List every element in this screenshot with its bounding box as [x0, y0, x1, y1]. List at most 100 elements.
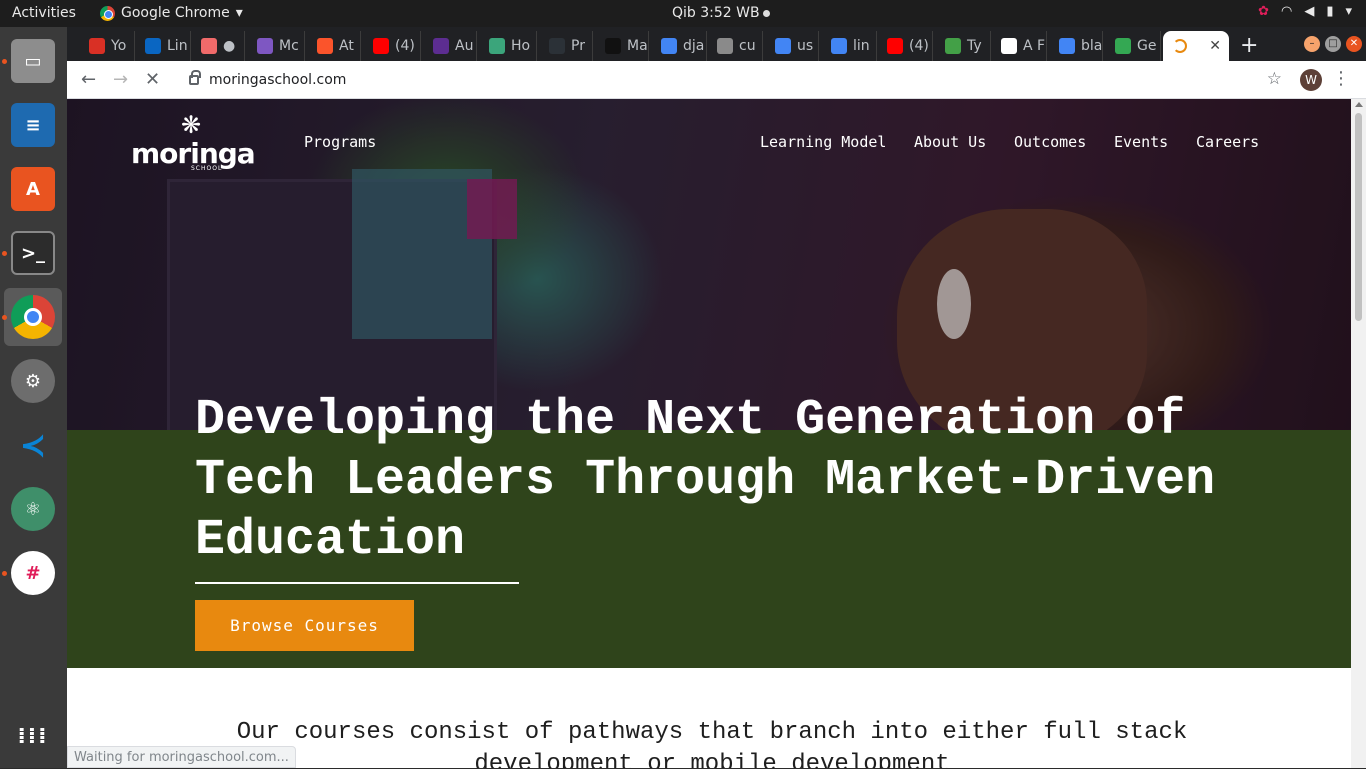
tab[interactable]: us	[765, 31, 819, 61]
minimize-button[interactable]: –	[1304, 36, 1320, 52]
dock-vscode[interactable]: ≺	[4, 416, 62, 474]
tab[interactable]: At	[307, 31, 361, 61]
tab[interactable]: Ty	[935, 31, 991, 61]
tab[interactable]: Ge	[1105, 31, 1161, 61]
running-indicator	[2, 315, 7, 320]
nav-learning-model[interactable]: Learning Model	[760, 133, 886, 151]
dock-chrome[interactable]	[4, 288, 62, 346]
headline-underline	[195, 582, 519, 584]
dock-slack[interactable]: #	[4, 544, 62, 602]
dock-settings[interactable]: ⚙	[4, 352, 62, 410]
bookmark-star-icon[interactable]: ☆	[1267, 69, 1282, 89]
dock-terminal[interactable]: >_	[4, 224, 62, 282]
tab-label: Yo	[111, 38, 127, 54]
scroll-up-icon[interactable]	[1355, 102, 1363, 107]
moringa-logo[interactable]: ❋ moringa SCHOOL	[131, 113, 263, 173]
google-icon	[661, 38, 677, 54]
chrome-icon	[100, 5, 115, 21]
terminal-icon: >_	[11, 231, 55, 275]
tab[interactable]: Ho	[479, 31, 537, 61]
tab[interactable]: Yo	[79, 31, 135, 61]
scrollbar-thumb[interactable]	[1355, 113, 1362, 321]
tab[interactable]: ●	[191, 31, 245, 61]
globe-icon	[717, 38, 733, 54]
dock-software-center[interactable]: A	[4, 160, 62, 218]
heroku-icon	[489, 38, 505, 54]
dock-writer[interactable]: ≡	[4, 96, 62, 154]
stop-loading-button[interactable]: ✕	[145, 69, 160, 90]
tab[interactable]: Mc	[247, 31, 305, 61]
show-applications-button[interactable]: ⁞⁞⁞	[4, 707, 62, 765]
lock-icon[interactable]	[189, 70, 201, 85]
tab[interactable]: cu	[707, 31, 763, 61]
url-text[interactable]: moringaschool.com	[209, 72, 346, 88]
vscode-icon: ≺	[19, 426, 47, 464]
tab[interactable]: dja	[651, 31, 707, 61]
slack-tray-icon[interactable]: ✿	[1258, 4, 1269, 19]
nav-programs[interactable]: Programs	[304, 133, 376, 151]
chrome-icon	[1115, 38, 1131, 54]
dock-atom[interactable]: ⚛	[4, 480, 62, 538]
new-tab-button[interactable]: +	[1240, 33, 1258, 58]
clock-label: Qib 3:52 WB	[672, 5, 760, 21]
battery-icon: ▮	[1326, 4, 1334, 19]
activities-button[interactable]: Activities	[12, 5, 76, 21]
chrome-icon	[11, 295, 55, 339]
forward-button[interactable]: →	[113, 69, 128, 90]
system-top-bar: Activities Google Chrome ▾ Qib 3:52 WB ✿…	[0, 0, 1366, 27]
tab-label: bla	[1081, 38, 1103, 54]
tab-label: Lin	[167, 38, 188, 54]
tab[interactable]: Ma	[595, 31, 649, 61]
gmail-icon	[89, 38, 105, 54]
tab[interactable]: Au	[423, 31, 477, 61]
tab-label: dja	[683, 38, 705, 54]
tab-label: (4)	[395, 38, 415, 54]
close-window-button[interactable]: ✕	[1346, 36, 1362, 52]
asana-icon	[201, 38, 217, 54]
close-tab-icon[interactable]: ✕	[1209, 38, 1221, 54]
app-menu[interactable]: Google Chrome ▾	[100, 5, 243, 21]
menu-kebab-icon[interactable]: ⋮	[1332, 68, 1350, 89]
tab[interactable]: bla	[1049, 31, 1103, 61]
nav-events[interactable]: Events	[1114, 133, 1168, 151]
loading-icon	[1173, 39, 1187, 53]
back-button[interactable]: ←	[81, 69, 96, 90]
browse-courses-button[interactable]: Browse Courses	[195, 600, 414, 651]
tab[interactable]: Lin	[135, 31, 191, 61]
profile-avatar[interactable]: W	[1300, 69, 1322, 91]
system-tray[interactable]: ✿ ◠ ◀ ▮ ▾	[1258, 4, 1352, 19]
hero-section: ❋ moringa SCHOOL Programs Learning Model…	[67, 99, 1351, 668]
volume-icon: ◀	[1304, 4, 1315, 19]
notification-dot-icon	[762, 9, 770, 17]
tab-label: Ty	[967, 38, 982, 54]
nav-careers[interactable]: Careers	[1196, 133, 1259, 151]
chevron-down-icon: ▾	[235, 5, 243, 21]
tab[interactable]: A F	[991, 31, 1047, 61]
maximize-button[interactable]: □	[1325, 36, 1341, 52]
grid-icon: ⁞⁞⁞	[17, 723, 49, 749]
slack-icon: #	[11, 551, 55, 595]
intro-paragraph: Our courses consist of pathways that bra…	[236, 719, 1188, 768]
tab[interactable]: (4)	[877, 31, 933, 61]
running-indicator	[2, 571, 7, 576]
tab-active[interactable]: ✕	[1163, 31, 1229, 61]
tree-logo-icon: ❋	[181, 111, 202, 139]
nav-about-us[interactable]: About Us	[914, 133, 986, 151]
status-bubble: Waiting for moringaschool.com...	[67, 746, 296, 768]
page-scrollbar[interactable]	[1351, 99, 1366, 768]
clock[interactable]: Qib 3:52 WB	[672, 5, 770, 21]
youtube-icon	[887, 38, 903, 54]
launcher-dock: ▭ ≡ A >_ ⚙ ≺ ⚛ # ⁞⁞⁞	[0, 27, 67, 768]
github-icon	[549, 38, 565, 54]
tab[interactable]: (4)	[363, 31, 421, 61]
running-indicator	[2, 59, 7, 64]
address-bar[interactable]: moringaschool.com	[179, 65, 1299, 95]
tab-label: lin	[853, 38, 870, 54]
google-icon	[831, 38, 847, 54]
document-icon: ≡	[11, 103, 55, 147]
tab[interactable]: lin	[821, 31, 877, 61]
dock-files[interactable]: ▭	[4, 32, 62, 90]
nav-outcomes[interactable]: Outcomes	[1014, 133, 1086, 151]
tab[interactable]: Pr	[539, 31, 593, 61]
tab-label: cu	[739, 38, 756, 54]
